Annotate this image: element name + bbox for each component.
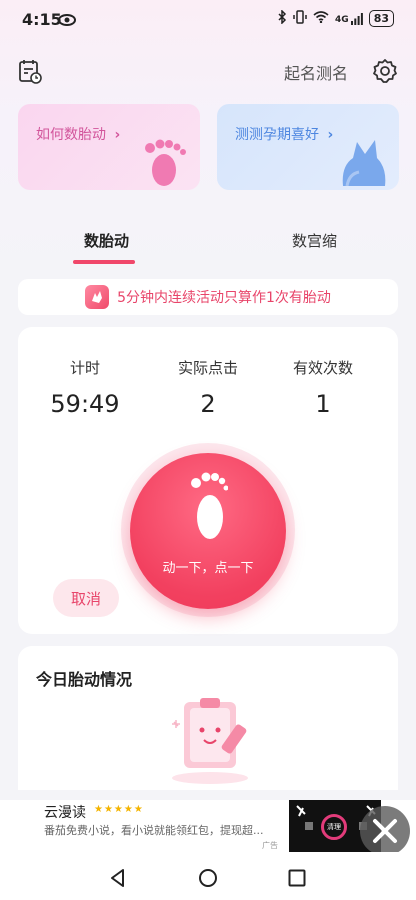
actual-clicks-value: 2 <box>200 390 216 418</box>
ad-description: 番茄免费小说，看小说就能领红包，提现超... <box>44 824 264 837</box>
valid-count-value: 1 <box>315 390 331 418</box>
back-icon[interactable] <box>108 868 128 892</box>
ad-rating-stars: ★★★★★ <box>94 804 144 815</box>
network-type: 4G <box>335 14 349 25</box>
status-icons: 4G 83 <box>277 9 394 27</box>
battery-indicator: 83 <box>368 10 394 27</box>
valid-count-stat: 有效次数 1 <box>268 357 378 418</box>
cat-illustration <box>335 136 391 190</box>
ad-close-button[interactable] <box>360 806 410 856</box>
tab-fetal-movement[interactable]: 数胎动 <box>84 230 129 251</box>
tip-banner: 5分钟内连续活动只算作1次有胎动 <box>18 279 398 315</box>
ad-clean-label: 清理 <box>321 814 347 840</box>
close-icon <box>373 819 397 843</box>
bluetooth-icon <box>277 9 287 27</box>
actual-clicks-stat: 实际点击 2 <box>153 357 263 418</box>
tap-counter-button[interactable]: 动一下，点一下 <box>130 453 286 609</box>
actual-clicks-label: 实际点击 <box>177 359 238 377</box>
tab-contraction[interactable]: 数宫缩 <box>292 230 337 251</box>
counter-card: 计时 59:49 实际点击 2 有效次数 1 动一下，点一下 取消 <box>18 327 398 634</box>
ad-tag: 广告 <box>262 841 278 850</box>
timer-label: 计时 <box>69 359 100 377</box>
ad-title: 云漫读 <box>44 805 86 821</box>
cancel-button[interactable]: 取消 <box>53 579 119 617</box>
ad-banner[interactable]: 云漫读 ★★★★★ 番茄免费小说，看小说就能领红包，提现超... 广告 清理 <box>0 800 416 852</box>
home-icon[interactable] <box>198 868 218 892</box>
system-nav-bar <box>0 852 416 900</box>
today-summary-card: 今日胎动情况 <box>18 646 398 790</box>
status-time: 4:15 <box>22 10 62 29</box>
valid-count-label: 有效次数 <box>292 359 353 377</box>
timer-value: 59:49 <box>50 390 120 418</box>
hand-icon <box>85 285 110 309</box>
pregnancy-preference-label: 测测孕期喜好 › <box>235 127 334 143</box>
gear-icon[interactable] <box>372 58 398 88</box>
baby-foot-illustration <box>136 136 192 190</box>
how-to-count-card[interactable]: 如何数胎动 › <box>18 104 200 190</box>
status-bar: 4:15 4G 83 <box>0 0 416 40</box>
footprint-icon <box>188 471 229 545</box>
calendar-history-icon[interactable] <box>18 58 42 88</box>
clipboard-illustration <box>166 694 262 790</box>
signal-icon: 4G <box>335 12 363 25</box>
recents-icon[interactable] <box>288 869 306 891</box>
tab-bar: 数胎动 数宫缩 <box>0 222 416 270</box>
today-title: 今日胎动情况 <box>36 670 133 689</box>
top-bar: 起名测名 <box>0 52 416 92</box>
eye-icon <box>58 12 76 31</box>
how-to-count-label: 如何数胎动 › <box>36 127 121 143</box>
timer-stat: 计时 59:49 <box>30 357 140 418</box>
vibrate-icon <box>293 10 307 27</box>
pregnancy-preference-card[interactable]: 测测孕期喜好 › <box>217 104 399 190</box>
tip-text: 5分钟内连续活动只算作1次有胎动 <box>117 290 331 306</box>
naming-link[interactable]: 起名测名 <box>284 60 348 84</box>
wifi-icon <box>313 11 329 26</box>
tap-instruction: 动一下，点一下 <box>162 561 254 576</box>
tab-active-indicator <box>73 260 135 264</box>
